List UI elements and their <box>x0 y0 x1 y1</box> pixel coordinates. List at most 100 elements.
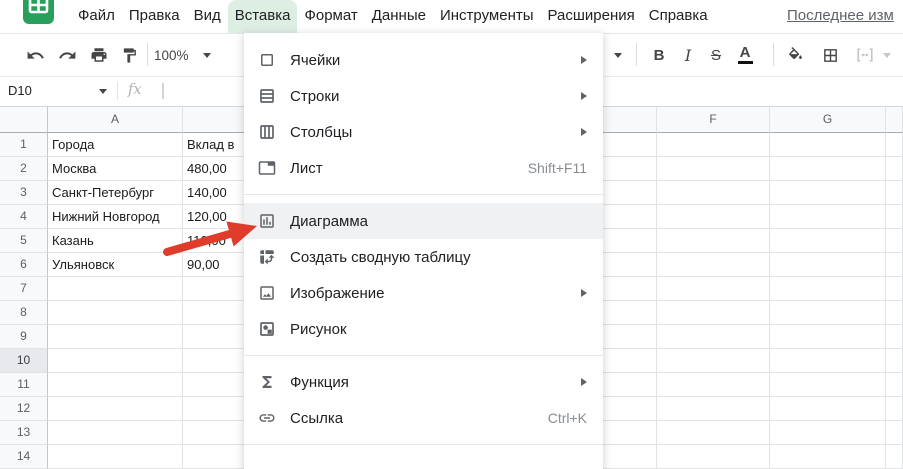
cell-G2[interactable] <box>770 157 886 181</box>
cell-F8[interactable] <box>657 301 770 325</box>
column-header-G[interactable]: G <box>770 106 886 133</box>
menu-extensions[interactable]: Расширения <box>541 0 642 33</box>
cell-A11[interactable] <box>48 373 183 397</box>
name-box[interactable]: D10 <box>8 77 32 105</box>
menu-item-drawing[interactable]: Рисунок <box>244 311 603 347</box>
cell-G12[interactable] <box>770 397 886 421</box>
cell-F5[interactable] <box>657 229 770 253</box>
row-header-2[interactable]: 2 <box>0 157 48 181</box>
row-header-11[interactable]: 11 <box>0 373 48 397</box>
menu-help[interactable]: Справка <box>642 0 715 33</box>
menu-item-rows[interactable]: Строки <box>244 78 603 114</box>
cell-F9[interactable] <box>657 325 770 349</box>
cell-F12[interactable] <box>657 397 770 421</box>
text-color-button[interactable]: A <box>732 42 758 68</box>
name-box-dropdown-icon[interactable] <box>99 89 107 94</box>
grid-corner[interactable] <box>0 106 48 133</box>
merge-cells-icon[interactable] <box>852 42 878 68</box>
menu-insert[interactable]: Вставка <box>228 0 298 33</box>
paint-format-icon[interactable] <box>116 42 142 68</box>
cell-F2[interactable] <box>657 157 770 181</box>
cell-F14[interactable] <box>657 445 770 469</box>
cell-G5[interactable] <box>770 229 886 253</box>
zoom-select[interactable]: 100% <box>154 42 211 68</box>
last-edit-link[interactable]: Последнее изм <box>787 0 903 33</box>
row-header-5[interactable]: 5 <box>0 229 48 253</box>
column-header-partial[interactable] <box>886 106 903 133</box>
cell-G4[interactable] <box>770 205 886 229</box>
cell-G6[interactable] <box>770 253 886 277</box>
fill-color-icon[interactable] <box>782 42 808 68</box>
undo-icon[interactable] <box>22 42 48 68</box>
row-header-10[interactable]: 10 <box>0 349 48 373</box>
cell-H7[interactable] <box>886 277 903 301</box>
row-header-8[interactable]: 8 <box>0 301 48 325</box>
cell-G9[interactable] <box>770 325 886 349</box>
cell-H9[interactable] <box>886 325 903 349</box>
cell-A9[interactable] <box>48 325 183 349</box>
print-icon[interactable] <box>86 42 112 68</box>
cell-H2[interactable] <box>886 157 903 181</box>
strikethrough-button[interactable]: S <box>703 42 729 68</box>
cell-A13[interactable] <box>48 421 183 445</box>
menu-format[interactable]: Формат <box>297 0 364 33</box>
redo-icon[interactable] <box>54 42 80 68</box>
column-header-F[interactable]: F <box>657 106 770 133</box>
row-header-7[interactable]: 7 <box>0 277 48 301</box>
row-header-4[interactable]: 4 <box>0 205 48 229</box>
column-header-A[interactable]: A <box>48 106 183 133</box>
menu-item-image[interactable]: Изображение <box>244 275 603 311</box>
cell-H8[interactable] <box>886 301 903 325</box>
cell-H6[interactable] <box>886 253 903 277</box>
menu-data[interactable]: Данные <box>365 0 433 33</box>
menu-item-chart[interactable]: Диаграмма <box>244 203 603 239</box>
cell-F6[interactable] <box>657 253 770 277</box>
cell-F4[interactable] <box>657 205 770 229</box>
cell-A6[interactable]: Ульяновск <box>48 253 183 277</box>
cell-F3[interactable] <box>657 181 770 205</box>
cell-A14[interactable] <box>48 445 183 469</box>
row-header-9[interactable]: 9 <box>0 325 48 349</box>
cell-G1[interactable] <box>770 133 886 157</box>
bold-button[interactable]: B <box>646 42 672 68</box>
cell-H10[interactable] <box>886 349 903 373</box>
row-header-13[interactable]: 13 <box>0 421 48 445</box>
cell-A10[interactable] <box>48 349 183 373</box>
cell-F7[interactable] <box>657 277 770 301</box>
menu-edit[interactable]: Правка <box>122 0 187 33</box>
merge-cells-dropdown[interactable] <box>878 42 896 68</box>
cell-H12[interactable] <box>886 397 903 421</box>
cell-H4[interactable] <box>886 205 903 229</box>
cell-A7[interactable] <box>48 277 183 301</box>
row-header-1[interactable]: 1 <box>0 133 48 157</box>
cell-A1[interactable]: Города <box>48 133 183 157</box>
cell-G7[interactable] <box>770 277 886 301</box>
cell-G3[interactable] <box>770 181 886 205</box>
cell-F13[interactable] <box>657 421 770 445</box>
menu-item-sheet[interactable]: Лист Shift+F11 <box>244 150 603 186</box>
cell-A4[interactable]: Нижний Новгород <box>48 205 183 229</box>
cell-H1[interactable] <box>886 133 903 157</box>
cell-G11[interactable] <box>770 373 886 397</box>
cell-H3[interactable] <box>886 181 903 205</box>
row-header-14[interactable]: 14 <box>0 445 48 469</box>
cell-A5[interactable]: Казань <box>48 229 183 253</box>
cell-G13[interactable] <box>770 421 886 445</box>
row-header-6[interactable]: 6 <box>0 253 48 277</box>
menu-tools[interactable]: Инструменты <box>433 0 541 33</box>
cell-G10[interactable] <box>770 349 886 373</box>
cell-F11[interactable] <box>657 373 770 397</box>
menu-item-link[interactable]: Ссылка Ctrl+K <box>244 400 603 436</box>
cell-H11[interactable] <box>886 373 903 397</box>
cell-A8[interactable] <box>48 301 183 325</box>
italic-button[interactable]: I <box>675 42 701 68</box>
cell-F10[interactable] <box>657 349 770 373</box>
cell-A2[interactable]: Москва <box>48 157 183 181</box>
menu-item-pivot-table[interactable]: Создать сводную таблицу <box>244 239 603 275</box>
menu-view[interactable]: Вид <box>187 0 228 33</box>
cell-A12[interactable] <box>48 397 183 421</box>
menu-item-cells[interactable]: Ячейки <box>244 42 603 78</box>
sheets-logo-icon[interactable] <box>22 0 55 25</box>
row-header-12[interactable]: 12 <box>0 397 48 421</box>
cell-A3[interactable]: Санкт-Петербург <box>48 181 183 205</box>
